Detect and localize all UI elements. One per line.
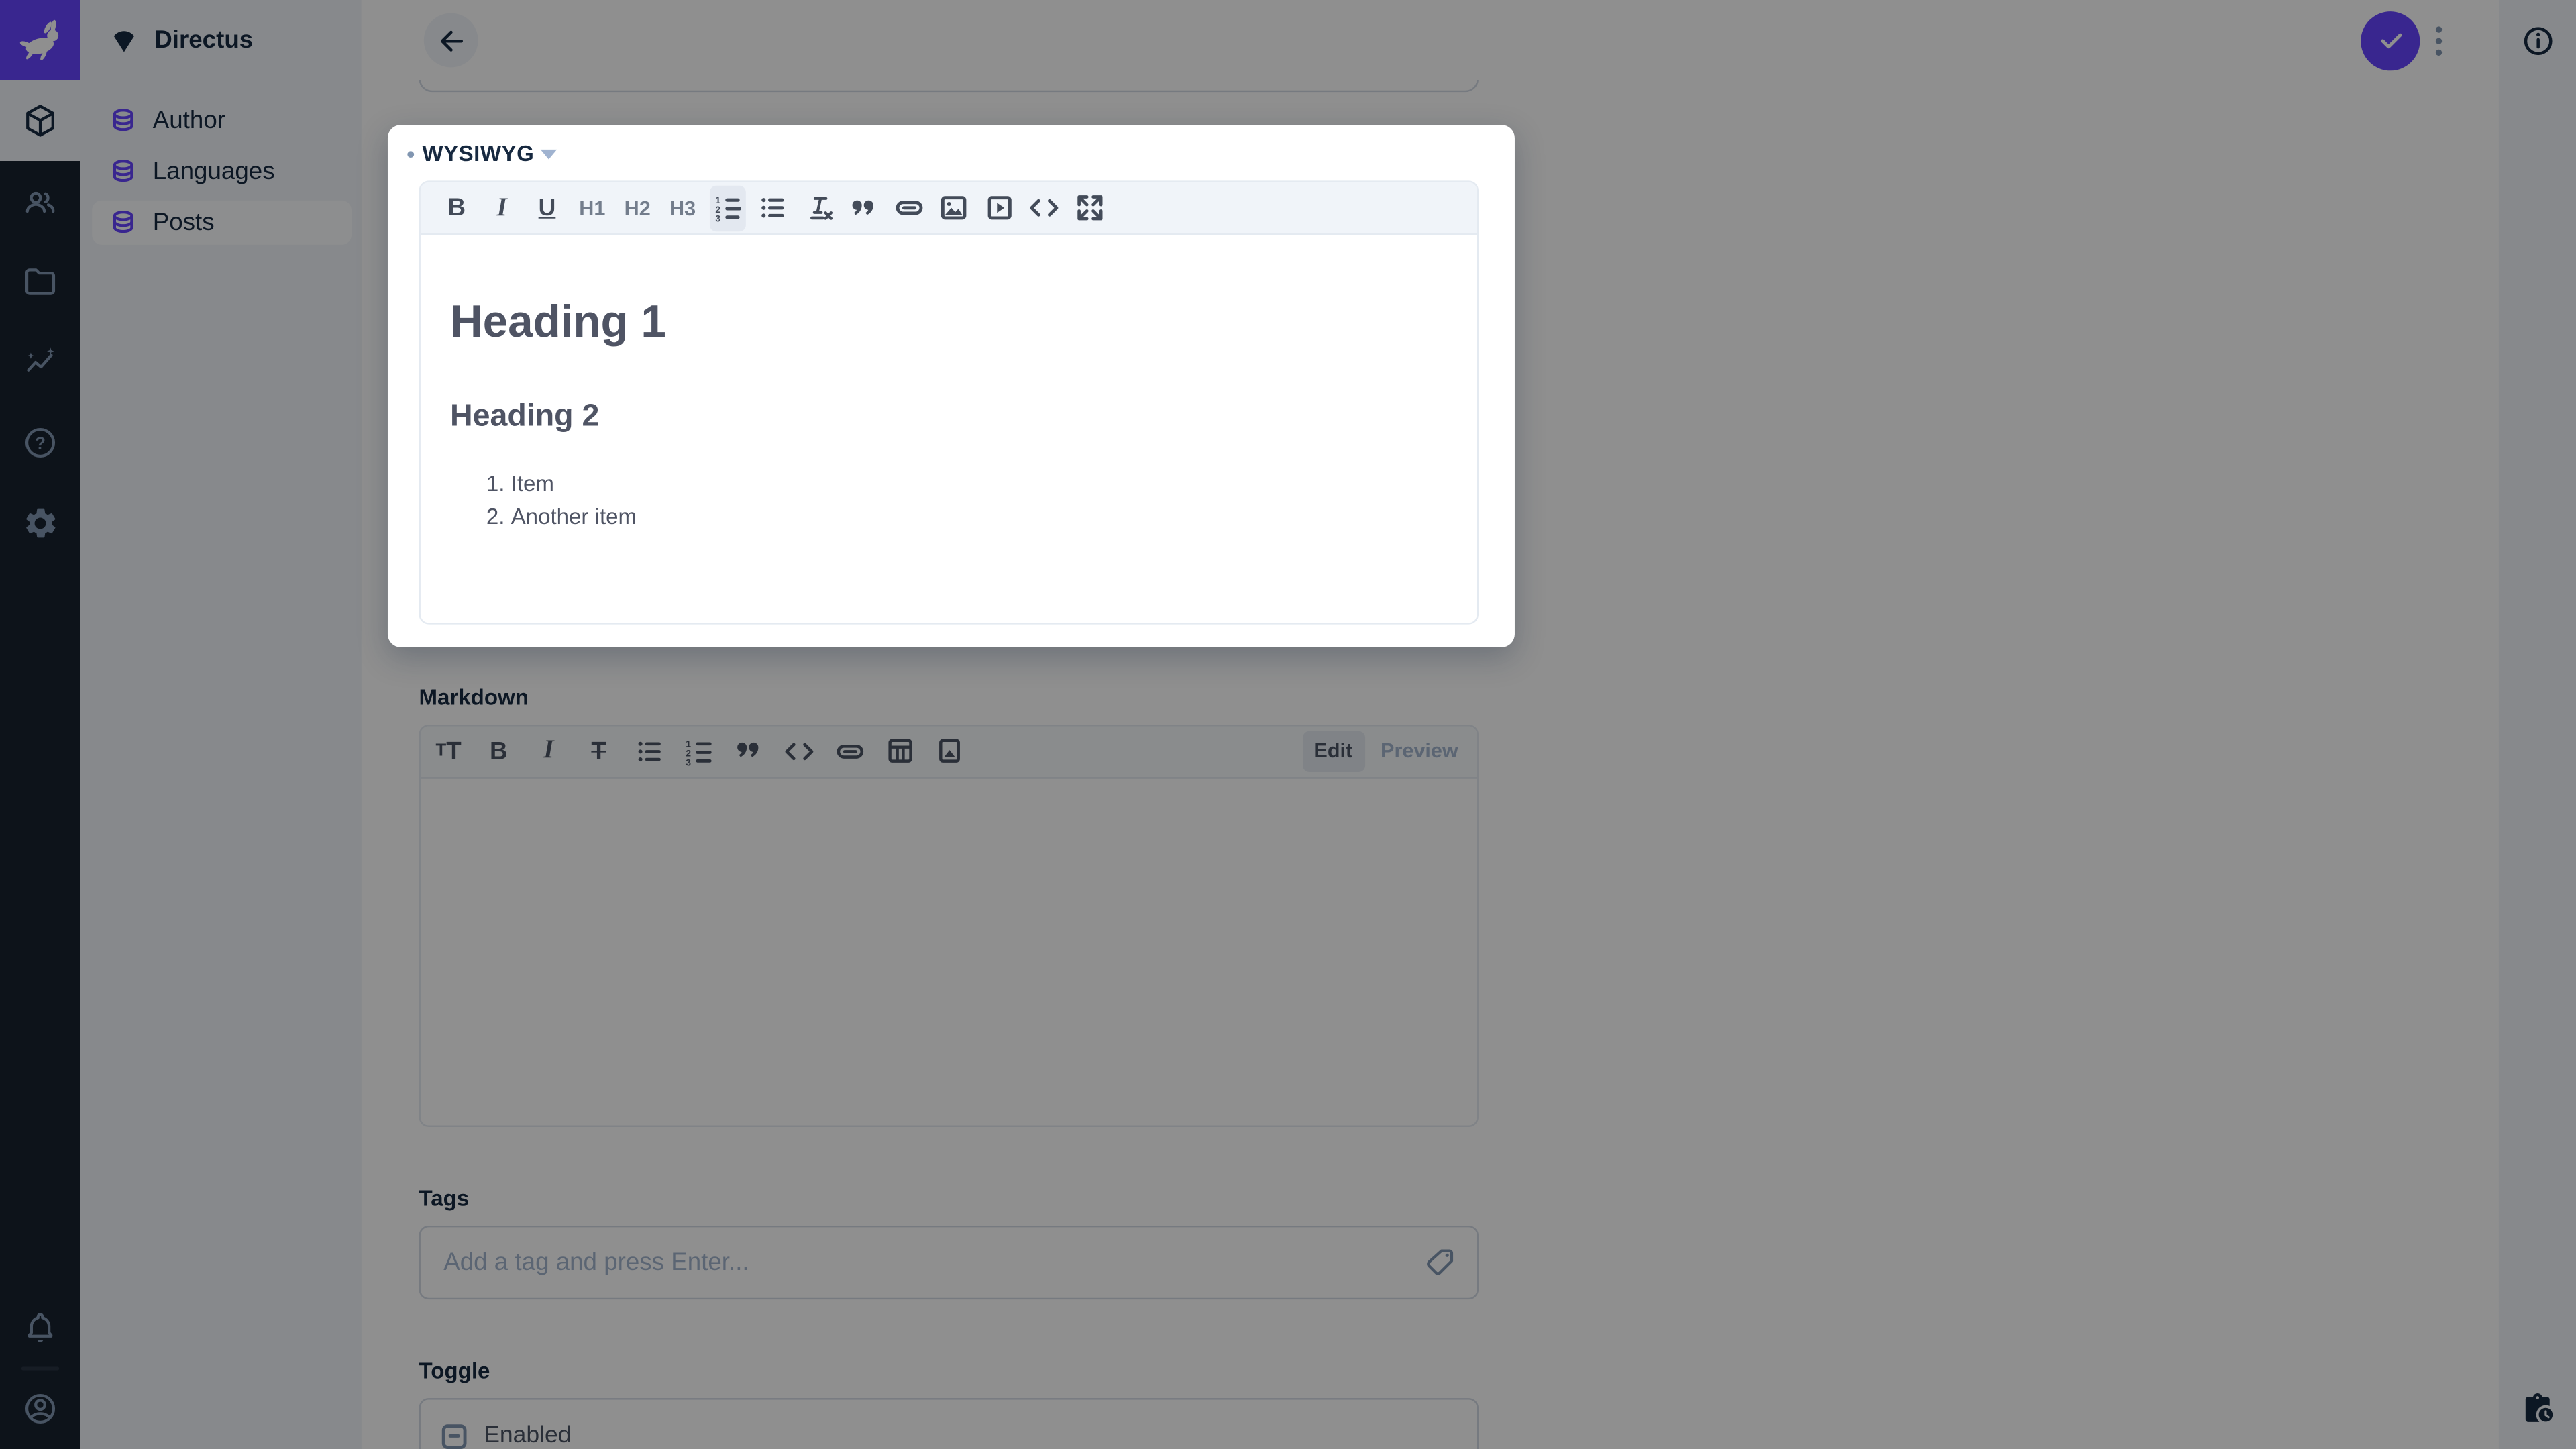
numbered-list-button[interactable]: 123: [709, 184, 746, 231]
code-icon: [1028, 193, 1060, 224]
wysiwyg-content[interactable]: Heading 1 Heading 2 Item Another item: [421, 235, 1477, 534]
remove-format-button[interactable]: [800, 185, 837, 231]
media-button[interactable]: [981, 185, 1017, 231]
list-item: Item: [511, 468, 1444, 501]
numbered-list-icon: 123: [712, 193, 744, 223]
link-icon: [893, 193, 924, 224]
blockquote-button[interactable]: [845, 185, 881, 231]
code-button[interactable]: [1026, 185, 1062, 231]
wysiwyg-toolbar: B I U H1 H2 H3 123: [420, 182, 1477, 235]
h2-button[interactable]: H2: [619, 185, 655, 231]
field-edited-dot: [407, 151, 415, 158]
blockquote-icon: [849, 193, 878, 223]
content-heading-2: Heading 2: [450, 399, 600, 434]
italic-button[interactable]: I: [484, 185, 520, 231]
bold-button[interactable]: B: [439, 185, 475, 231]
underline-button[interactable]: U: [529, 185, 566, 231]
image-icon: [938, 193, 969, 224]
fullscreen-icon: [1073, 193, 1105, 224]
bullet-list-button[interactable]: [755, 185, 791, 231]
image-button[interactable]: [936, 185, 972, 231]
wysiwyg-field-label: WYSIWYG: [422, 141, 535, 166]
content-heading-1: Heading 1: [450, 295, 666, 347]
link-button[interactable]: [890, 185, 926, 231]
h3-button[interactable]: H3: [665, 185, 701, 231]
h1-button[interactable]: H1: [574, 185, 610, 231]
wysiwyg-editor: B I U H1 H2 H3 123 Heading 1 Heading 2 1…: [419, 180, 1479, 625]
video-icon: [983, 193, 1015, 224]
list-item: Another item: [511, 501, 1444, 534]
content-ordered-list: Item Another item: [450, 468, 1444, 534]
svg-text:3: 3: [714, 213, 720, 223]
directus-app: Creating Item in Posts Markdown TT B I T…: [0, 0, 2576, 1449]
fullscreen-button[interactable]: [1071, 185, 1108, 231]
bullet-list-icon: [757, 193, 789, 224]
remove-format-icon: [802, 193, 834, 224]
field-menu-chevron-icon[interactable]: [540, 149, 557, 160]
